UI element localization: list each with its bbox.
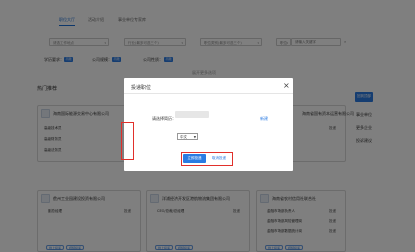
resume-select[interactable] (175, 111, 209, 118)
dialog-divider (124, 93, 293, 94)
close-icon[interactable]: × (283, 81, 290, 90)
confirm-apply-button[interactable]: 立即投递 (183, 154, 206, 163)
chevron-down-icon: ▼ (193, 135, 196, 139)
cancel-apply-label: 取消投递 (212, 156, 226, 160)
new-resume-link[interactable]: 新建 (260, 116, 268, 122)
dialog-title: 投递职位 (131, 85, 152, 91)
apply-links-highlight (121, 122, 134, 160)
resume-label: 请选择简历： (152, 116, 176, 121)
apply-dialog: 投递职位 × 请选择简历： 新建 中文 ▼ 立即投递 取消投递 (124, 78, 293, 171)
confirm-apply-label: 立即投递 (187, 156, 202, 160)
language-value: 中文 (180, 135, 187, 139)
cancel-apply-button[interactable]: 取消投递 (208, 154, 230, 163)
language-select[interactable]: 中文 ▼ (177, 133, 198, 140)
